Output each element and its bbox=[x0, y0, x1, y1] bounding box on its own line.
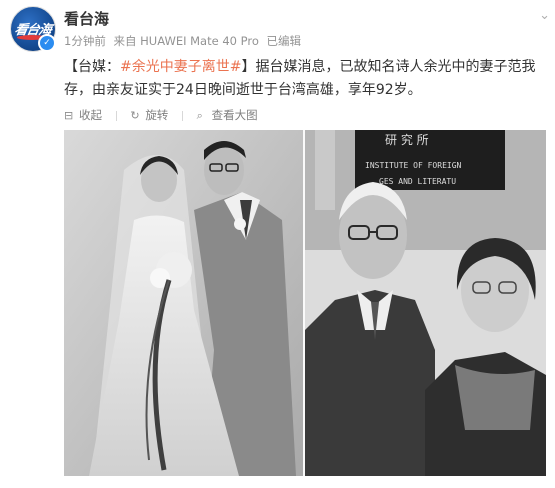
rotate-button[interactable]: ↻ 旋转 bbox=[130, 107, 168, 123]
text-prefix: 【台媒： bbox=[64, 59, 120, 75]
collapse-button[interactable]: ⊟ 收起 bbox=[64, 107, 102, 123]
sign-chinese: 研 究 所 bbox=[385, 132, 429, 147]
post-meta: 1分钟前 来自 HUAWEI Mate 40 Pro 已编辑 bbox=[64, 33, 305, 49]
divider bbox=[115, 110, 117, 121]
image-toolbar: ⊟ 收起 ↻ 旋转 ⌕ 查看大图 bbox=[64, 107, 268, 123]
wedding-photo-graphic bbox=[64, 130, 303, 476]
image-area: 研 究 所 INSTITUTE OF FOREIGN GES AND LITER… bbox=[64, 130, 546, 476]
verified-icon: ✓ bbox=[38, 34, 56, 52]
avatar[interactable]: 看台海 ✓ bbox=[10, 6, 56, 52]
post-time[interactable]: 1分钟前 bbox=[64, 34, 106, 48]
author-name[interactable]: 看台海 bbox=[64, 8, 109, 29]
sign-line-2: GES AND LITERATU bbox=[379, 177, 456, 186]
post-text: 【台媒：#余光中妻子离世#】据台媒消息，已故知名诗人余光中的妻子范我存，由亲友证… bbox=[64, 56, 544, 102]
collapse-label: 收起 bbox=[79, 108, 102, 122]
rotate-icon: ↻ bbox=[130, 109, 140, 122]
elderly-couple-photo[interactable]: 研 究 所 INSTITUTE OF FOREIGN GES AND LITER… bbox=[305, 130, 546, 476]
edited-label[interactable]: 已编辑 bbox=[267, 34, 302, 48]
post-header: 看台海 ✓ 看台海 1分钟前 来自 HUAWEI Mate 40 Pro 已编辑… bbox=[10, 6, 550, 52]
chevron-down-icon[interactable]: ⌄ bbox=[539, 8, 550, 23]
collapse-icon: ⊟ bbox=[64, 109, 74, 122]
divider bbox=[181, 110, 183, 121]
elderly-couple-graphic: 研 究 所 INSTITUTE OF FOREIGN GES AND LITER… bbox=[305, 130, 546, 476]
post-source: 来自 HUAWEI Mate 40 Pro bbox=[113, 34, 259, 48]
rotate-label: 旋转 bbox=[145, 108, 169, 122]
magnify-icon: ⌕ bbox=[196, 109, 203, 122]
sign-line-1: INSTITUTE OF FOREIGN bbox=[365, 161, 462, 170]
wedding-photo[interactable] bbox=[64, 130, 303, 476]
view-large-label: 查看大图 bbox=[211, 108, 258, 122]
view-large-button[interactable]: ⌕ 查看大图 bbox=[197, 107, 258, 123]
topic-link[interactable]: #余光中妻子离世# bbox=[120, 59, 241, 75]
